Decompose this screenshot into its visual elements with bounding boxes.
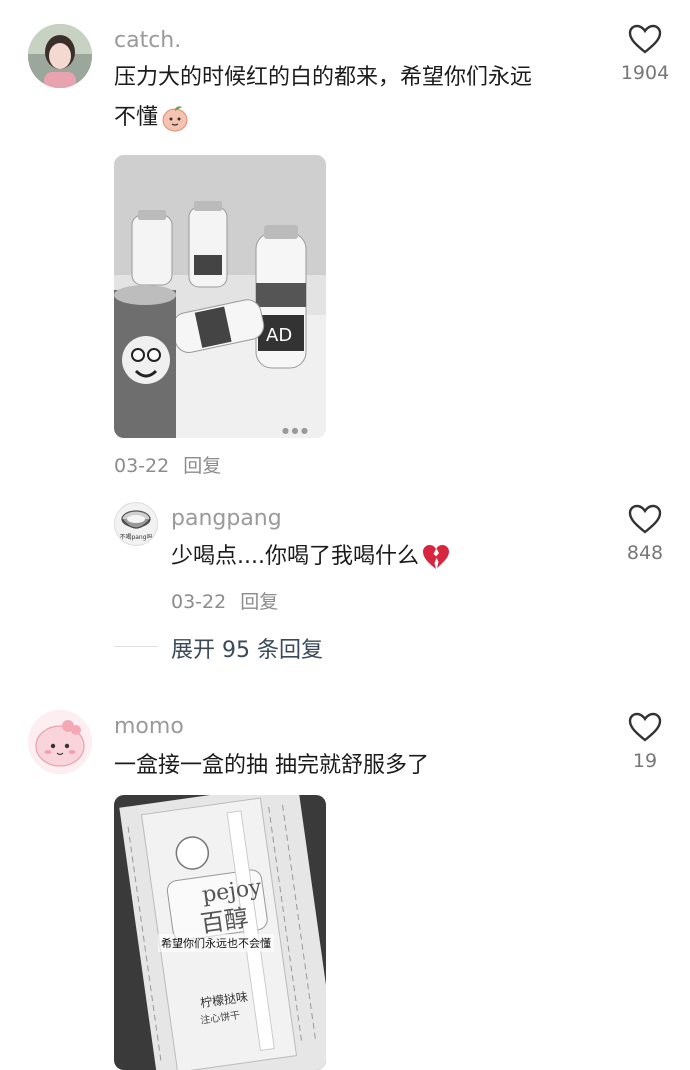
- comment-date: 03-22: [114, 455, 170, 477]
- comment-image[interactable]: pejoy 百醇 希望你们永远也不会懂 柠檬挞味 注心饼干: [114, 795, 326, 1070]
- pink-cartoon-avatar-icon: [28, 710, 92, 774]
- reply-button[interactable]: 回复: [183, 455, 221, 477]
- package-brand-cn: 百醇: [198, 903, 251, 939]
- comment-meta: 03-22 回复: [114, 451, 221, 478]
- comment-image[interactable]: AD ● ● ●: [114, 155, 326, 438]
- bottles-and-can-photo-icon: AD ● ● ●: [114, 155, 326, 438]
- like-button[interactable]: 848: [610, 504, 680, 564]
- like-count: 848: [626, 542, 664, 564]
- avatar[interactable]: 不喝pang吗: [114, 502, 158, 546]
- reply-button[interactable]: 回复: [240, 591, 278, 613]
- like-count: 1904: [620, 62, 670, 84]
- broken-heart-icon: [422, 545, 449, 569]
- comment-text-line: 不懂: [114, 98, 604, 138]
- heart-icon: [628, 24, 662, 54]
- svg-text:AD: AD: [266, 325, 292, 346]
- image-overlay-text: 希望你们永远也不会懂: [158, 934, 274, 952]
- svg-text:● ● ●: ● ● ●: [282, 426, 308, 435]
- comment-text-line: 压力大的时候红的白的都来，希望你们永远: [114, 65, 533, 90]
- comment-date: 03-22: [171, 591, 227, 613]
- comment-username[interactable]: catch.: [114, 28, 181, 53]
- like-button[interactable]: 1904: [610, 24, 680, 84]
- comment-username[interactable]: momo: [114, 714, 184, 739]
- comment-text: 一盒接一盒的抽 抽完就舒服多了: [114, 753, 429, 778]
- avatar[interactable]: [28, 710, 92, 774]
- heart-icon: [628, 504, 662, 534]
- avatar[interactable]: [28, 24, 92, 88]
- comment-text: 压力大的时候红的白的都来，希望你们永远 不懂: [114, 58, 604, 138]
- avatar-caption: 不喝pang吗: [119, 534, 153, 541]
- comment-meta: 03-22 回复: [171, 587, 278, 614]
- heart-icon: [628, 712, 662, 742]
- expand-divider: [114, 646, 158, 647]
- peach-emoji-icon: [162, 106, 188, 132]
- expand-replies-button[interactable]: 展开 95 条回复: [171, 632, 323, 664]
- comment-text: 少喝点....你喝了我喝什么: [171, 537, 451, 577]
- like-button[interactable]: 19: [610, 712, 680, 772]
- like-count: 19: [632, 750, 658, 772]
- comment-username[interactable]: pangpang: [171, 506, 282, 531]
- girl-portrait-avatar-icon: [28, 24, 92, 88]
